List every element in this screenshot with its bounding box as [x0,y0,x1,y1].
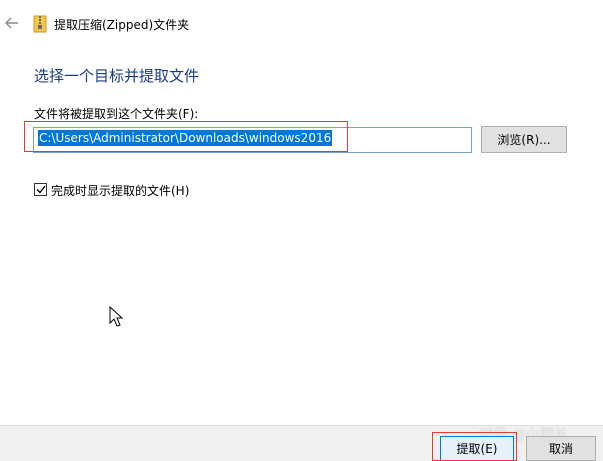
cancel-button[interactable]: 取消 [526,436,596,461]
page-heading: 选择一个目标并提取文件 [34,67,200,85]
annotation-highlight-extract [432,432,517,461]
mouse-cursor-icon [109,306,123,327]
window-title: 提取压缩(Zipped)文件夹 [54,18,190,32]
destination-label: 文件将被提取到这个文件夹(F): [34,107,199,121]
back-arrow-icon [5,17,18,29]
show-files-label[interactable]: 完成时显示提取的文件(H) [51,182,189,199]
zipped-folder-icon [33,15,47,33]
back-button[interactable] [2,13,22,33]
browse-button[interactable]: 浏览(R)... [481,126,567,153]
annotation-highlight-path [24,121,348,152]
show-files-checkbox[interactable] [34,183,47,196]
checkmark-icon [36,185,46,194]
